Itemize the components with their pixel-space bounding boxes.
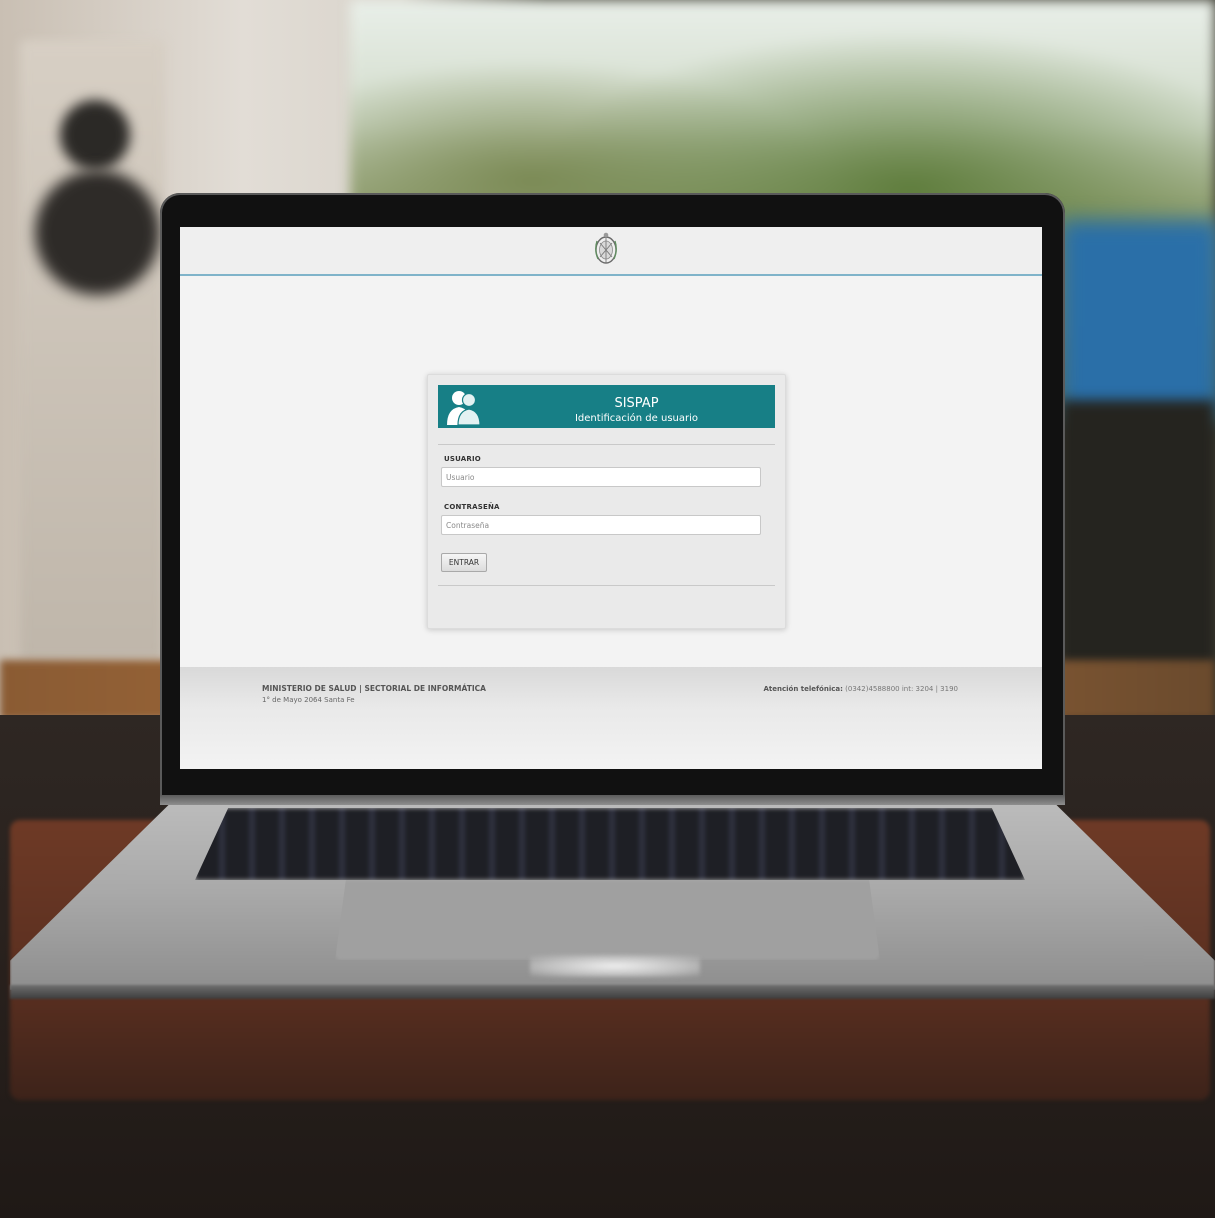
footer-phone-label: Atención telefónica: (763, 685, 843, 693)
app-title: SISPAP (614, 396, 659, 411)
background-blue-panel (1060, 220, 1215, 420)
divider-bottom (438, 585, 775, 586)
login-panel: SISPAP Identificación de usuario USUARIO… (427, 374, 786, 629)
page-footer: MINISTERIO DE SALUD | SECTORIAL DE INFOR… (180, 667, 1042, 769)
password-input[interactable] (441, 515, 761, 535)
laptop-hinge (160, 795, 1065, 805)
laptop-base-edge (10, 985, 1215, 999)
footer-phone: Atención telefónica: (0342)4588800 int: … (764, 685, 959, 693)
login-header: SISPAP Identificación de usuario (438, 385, 775, 428)
laptop-keyboard (195, 808, 1025, 880)
speaker-tweeter (60, 100, 130, 170)
laptop-screen: SISPAP Identificación de usuario USUARIO… (180, 227, 1042, 769)
laptop-front-notch (530, 955, 700, 977)
provincial-seal-icon (595, 232, 617, 264)
footer-organization: MINISTERIO DE SALUD | SECTORIAL DE INFOR… (262, 684, 486, 693)
enter-button[interactable]: ENTRAR (441, 553, 487, 572)
username-input[interactable] (441, 467, 761, 487)
username-label: USUARIO (444, 455, 481, 463)
divider-top (438, 444, 775, 445)
speaker-woofer (35, 170, 160, 295)
footer-address: 1° de Mayo 2064 Santa Fe (262, 696, 355, 704)
footer-phone-number: (0342)4588800 int: 3204 | 3190 (842, 685, 958, 693)
top-header-bar (180, 227, 1042, 276)
page-content: SISPAP Identificación de usuario USUARIO… (180, 276, 1042, 666)
laptop-trackpad (335, 880, 880, 960)
users-icon (447, 391, 481, 426)
login-subtitle: Identificación de usuario (574, 413, 699, 424)
password-label: CONTRASEÑA (444, 503, 500, 511)
